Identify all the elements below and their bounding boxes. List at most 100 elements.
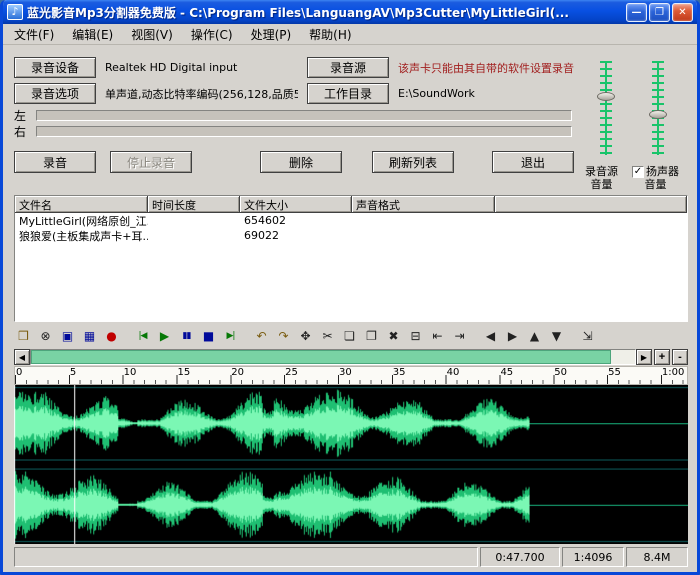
record-volume-label-line1: 录音源 bbox=[585, 165, 618, 178]
copy-icon[interactable]: ❏ bbox=[340, 326, 359, 345]
close-file-icon[interactable]: ⊗ bbox=[36, 326, 55, 345]
device-row: 录音设备 Realtek HD Digital input 录音源 该声卡只能由… bbox=[14, 57, 576, 78]
stop-icon[interactable]: ■ bbox=[199, 326, 218, 345]
speaker-volume-slider[interactable] bbox=[641, 59, 675, 157]
waveform-canvas[interactable] bbox=[14, 385, 688, 544]
speaker-volume-thumb[interactable] bbox=[649, 110, 667, 119]
menu-file[interactable]: 文件(F) bbox=[5, 24, 63, 45]
file-name-cell: 狼狼爱(主板集成声卡+耳... bbox=[15, 228, 148, 244]
speaker-checkbox[interactable]: ✓ bbox=[632, 166, 644, 178]
save-as-icon[interactable]: ▦ bbox=[80, 326, 99, 345]
trim-right-icon[interactable]: ⇥ bbox=[450, 326, 469, 345]
hand-tool-icon[interactable]: ✥ bbox=[296, 326, 315, 345]
trim-left-icon[interactable]: ⇤ bbox=[428, 326, 447, 345]
menu-operate[interactable]: 操作(C) bbox=[182, 24, 242, 45]
ruler-tick: 40 bbox=[447, 367, 460, 378]
go-start-icon[interactable]: |◀ bbox=[133, 326, 152, 345]
titlebar[interactable]: ♪ 蓝光影音Mp3分割器免费版 - C:\Program Files\Langu… bbox=[3, 0, 697, 24]
scrollbar-left-arrow[interactable]: ◀ bbox=[14, 349, 30, 365]
save-icon[interactable]: ▣ bbox=[58, 326, 77, 345]
menu-view[interactable]: 视图(V) bbox=[122, 24, 182, 45]
go-end-icon[interactable]: ▶| bbox=[221, 326, 240, 345]
speaker-volume-label-line1: 扬声器 bbox=[646, 165, 679, 178]
record-volume-slider[interactable] bbox=[589, 59, 623, 157]
work-dir-button[interactable]: 工作目录 bbox=[307, 83, 389, 104]
right-level-meter bbox=[36, 126, 572, 137]
record-volume-thumb[interactable] bbox=[597, 92, 615, 101]
left-level-meter bbox=[36, 110, 572, 121]
pause-icon[interactable]: ▮▮ bbox=[177, 326, 196, 345]
scroll-right-icon[interactable]: ▶ bbox=[503, 326, 522, 345]
ruler-tick: 20 bbox=[231, 367, 244, 378]
file-size-cell: 654602 bbox=[240, 214, 352, 227]
record-source-note: 该声卡只能由其自带的软件设置录音 bbox=[398, 60, 576, 76]
app-icon: ♪ bbox=[7, 4, 23, 20]
record-device-button[interactable]: 录音设备 bbox=[14, 57, 96, 78]
maximize-button[interactable]: ❐ bbox=[649, 3, 670, 22]
record-volume-label-line2: 音量 bbox=[585, 178, 618, 191]
column-header-format[interactable]: 声音格式 bbox=[352, 196, 495, 213]
minimize-button[interactable]: — bbox=[626, 3, 647, 22]
right-channel-label: 右 bbox=[14, 123, 36, 140]
redo-icon[interactable]: ↷ bbox=[274, 326, 293, 345]
delete-selection-icon[interactable]: ✖ bbox=[384, 326, 403, 345]
column-header-duration[interactable]: 时间长度 bbox=[148, 196, 240, 213]
record-icon[interactable]: ● bbox=[102, 326, 121, 345]
options-row: 录音选项 单声道,动态比特率编码(256,128,品质5) 工作目录 E:\So… bbox=[14, 83, 576, 104]
column-header-filesize[interactable]: 文件大小 bbox=[240, 196, 352, 213]
file-row[interactable]: 狼狼爱(主板集成声卡+耳... 69022 bbox=[15, 228, 687, 243]
ruler-tick: 10 bbox=[124, 367, 137, 378]
right-meter-row: 右 bbox=[14, 125, 576, 137]
menu-process[interactable]: 处理(P) bbox=[242, 24, 301, 45]
waveform-scrollbar: ◀ ▶ + - bbox=[14, 349, 688, 365]
recorder-controls: 录音设备 Realtek HD Digital input 录音源 该声卡只能由… bbox=[14, 57, 576, 191]
file-row[interactable]: MyLittleGirl(网络原创_江... 654602 bbox=[15, 213, 687, 228]
scrollbar-right-arrow[interactable]: ▶ bbox=[636, 349, 652, 365]
zoom-out-icon[interactable]: ▼ bbox=[547, 326, 566, 345]
stop-record-button[interactable]: 停止录音 bbox=[110, 151, 192, 173]
menu-edit[interactable]: 编辑(E) bbox=[63, 24, 122, 45]
ruler-tick: 50 bbox=[554, 367, 567, 378]
ruler-tick: 35 bbox=[393, 367, 406, 378]
zoom-in-icon[interactable]: ▲ bbox=[525, 326, 544, 345]
file-list: 文件名 时间长度 文件大小 声音格式 MyLittleGirl(网络原创_江..… bbox=[14, 195, 688, 322]
ruler-tick: 25 bbox=[285, 367, 298, 378]
menubar: 文件(F) 编辑(E) 视图(V) 操作(C) 处理(P) 帮助(H) bbox=[3, 24, 697, 45]
goto-selection-icon[interactable]: ⇲ bbox=[578, 326, 597, 345]
cut-icon[interactable]: ✂ bbox=[318, 326, 337, 345]
zoom-in-button[interactable]: + bbox=[654, 349, 670, 365]
timeline-ruler[interactable]: 0 5 10 15 20 25 30 35 40 45 50 55 1:00 bbox=[14, 366, 688, 385]
record-device-value: Realtek HD Digital input bbox=[105, 61, 298, 74]
undo-icon[interactable]: ↶ bbox=[252, 326, 271, 345]
delete-button[interactable]: 删除 bbox=[260, 151, 342, 173]
refresh-list-button[interactable]: 刷新列表 bbox=[372, 151, 454, 173]
left-channel-label: 左 bbox=[14, 107, 36, 124]
ruler-tick: 15 bbox=[177, 367, 190, 378]
crop-icon[interactable]: ⊟ bbox=[406, 326, 425, 345]
open-icon[interactable]: ❒ bbox=[14, 326, 33, 345]
record-volume-track bbox=[600, 61, 612, 155]
speaker-volume-label: ✓ 扬声器 音量 bbox=[632, 165, 679, 191]
scroll-left-icon[interactable]: ◀ bbox=[481, 326, 500, 345]
editor-toolbar: ❒ ⊗ ▣ ▦ ● |◀ ▶ ▮▮ ■ ▶| ↶ ↷ ✥ ✂ ❏ ❐ ✖ ⊟ ⇤… bbox=[3, 322, 697, 347]
column-header-filename[interactable]: 文件名 bbox=[15, 196, 148, 213]
play-icon[interactable]: ▶ bbox=[155, 326, 174, 345]
scrollbar-track[interactable] bbox=[30, 349, 636, 365]
status-time-panel: 0:47.700 bbox=[480, 547, 560, 567]
record-button[interactable]: 录音 bbox=[14, 151, 96, 173]
ruler-tick: 45 bbox=[500, 367, 513, 378]
record-options-value: 单声道,动态比特率编码(256,128,品质5) bbox=[105, 86, 298, 102]
paste-icon[interactable]: ❐ bbox=[362, 326, 381, 345]
zoom-out-button[interactable]: - bbox=[672, 349, 688, 365]
scrollbar-thumb[interactable] bbox=[31, 350, 611, 364]
menu-help[interactable]: 帮助(H) bbox=[300, 24, 360, 45]
ruler-tick: 55 bbox=[608, 367, 621, 378]
exit-button[interactable]: 退出 bbox=[492, 151, 574, 173]
record-options-button[interactable]: 录音选项 bbox=[14, 83, 96, 104]
record-source-button[interactable]: 录音源 bbox=[307, 57, 389, 78]
waveform-area[interactable] bbox=[14, 385, 688, 544]
column-header-filler bbox=[495, 196, 687, 213]
close-button[interactable]: ✕ bbox=[672, 3, 693, 22]
file-list-header: 文件名 时间长度 文件大小 声音格式 bbox=[15, 196, 687, 213]
volume-sliders bbox=[589, 59, 675, 157]
